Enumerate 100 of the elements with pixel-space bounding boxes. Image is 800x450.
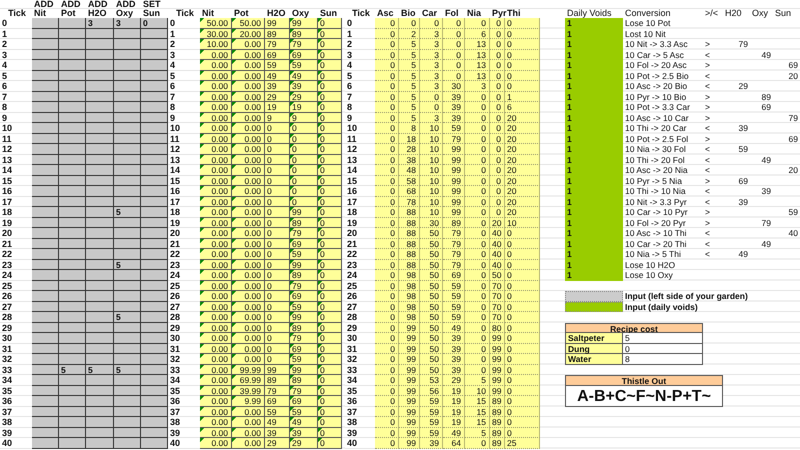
- input-cell[interactable]: 1: [565, 196, 623, 207]
- input-cell[interactable]: [59, 196, 86, 207]
- input-cell[interactable]: [114, 270, 141, 280]
- input-cell[interactable]: [32, 238, 59, 249]
- input-cell[interactable]: [86, 406, 114, 417]
- input-cell[interactable]: [141, 364, 168, 375]
- input-cell[interactable]: [32, 280, 59, 291]
- input-cell[interactable]: [32, 428, 59, 438]
- input-cell[interactable]: [86, 280, 114, 291]
- input-cell[interactable]: [32, 396, 59, 406]
- input-cell[interactable]: [141, 176, 168, 186]
- input-cell[interactable]: [141, 260, 168, 270]
- input-cell[interactable]: [114, 406, 141, 417]
- input-cell[interactable]: [32, 333, 59, 344]
- input-cell[interactable]: [114, 196, 141, 207]
- input-cell[interactable]: [114, 438, 141, 448]
- input-cell[interactable]: [59, 123, 86, 134]
- input-cell[interactable]: [114, 92, 141, 102]
- input-cell[interactable]: 3: [86, 18, 114, 28]
- input-cell[interactable]: [86, 60, 114, 70]
- input-cell[interactable]: [59, 207, 86, 218]
- input-cell[interactable]: [141, 92, 168, 102]
- input-cell[interactable]: [86, 260, 114, 270]
- input-cell[interactable]: [114, 102, 141, 112]
- input-cell[interactable]: 5: [114, 260, 141, 270]
- input-cell[interactable]: [32, 322, 59, 333]
- input-cell[interactable]: [114, 123, 141, 134]
- input-cell[interactable]: [141, 428, 168, 438]
- input-cell[interactable]: [141, 70, 168, 81]
- input-cell[interactable]: [59, 81, 86, 92]
- input-cell[interactable]: [141, 406, 168, 417]
- input-cell[interactable]: [32, 81, 59, 92]
- input-cell[interactable]: [32, 92, 59, 102]
- input-cell[interactable]: [141, 154, 168, 165]
- input-cell[interactable]: [86, 39, 114, 50]
- input-cell[interactable]: 1: [565, 249, 623, 260]
- input-cell[interactable]: [114, 344, 141, 354]
- input-cell[interactable]: [114, 144, 141, 154]
- input-cell[interactable]: [86, 176, 114, 186]
- input-cell[interactable]: [32, 154, 59, 165]
- input-cell[interactable]: [86, 165, 114, 176]
- input-cell[interactable]: [86, 270, 114, 280]
- input-cell[interactable]: [32, 144, 59, 154]
- input-cell[interactable]: [114, 39, 141, 50]
- input-cell[interactable]: [114, 165, 141, 176]
- input-cell[interactable]: [59, 249, 86, 260]
- input-cell[interactable]: [59, 186, 86, 196]
- input-cell[interactable]: [141, 344, 168, 354]
- input-cell[interactable]: [114, 154, 141, 165]
- input-cell[interactable]: [59, 302, 86, 312]
- input-cell[interactable]: [141, 144, 168, 154]
- input-cell[interactable]: [32, 438, 59, 448]
- input-cell[interactable]: [32, 123, 59, 134]
- input-cell[interactable]: [141, 270, 168, 280]
- input-cell[interactable]: [86, 249, 114, 260]
- input-cell[interactable]: [59, 134, 86, 144]
- input-cell[interactable]: 1: [565, 50, 623, 60]
- input-cell[interactable]: [141, 354, 168, 364]
- input-cell[interactable]: [86, 186, 114, 196]
- input-cell[interactable]: [59, 165, 86, 176]
- input-cell[interactable]: [59, 176, 86, 186]
- input-cell[interactable]: [59, 238, 86, 249]
- input-cell[interactable]: 1: [565, 39, 623, 50]
- input-cell[interactable]: [59, 144, 86, 154]
- input-cell[interactable]: [59, 291, 86, 302]
- input-cell[interactable]: [141, 228, 168, 238]
- input-cell[interactable]: [32, 196, 59, 207]
- input-cell[interactable]: [86, 196, 114, 207]
- input-cell[interactable]: [32, 207, 59, 218]
- input-cell[interactable]: [114, 375, 141, 386]
- input-cell[interactable]: [59, 312, 86, 322]
- input-cell[interactable]: 1: [565, 92, 623, 102]
- input-cell[interactable]: [86, 144, 114, 154]
- input-cell[interactable]: [141, 39, 168, 50]
- input-cell[interactable]: [32, 406, 59, 417]
- input-cell[interactable]: [141, 333, 168, 344]
- input-cell[interactable]: 1: [565, 154, 623, 165]
- input-cell[interactable]: [114, 354, 141, 364]
- input-cell[interactable]: [114, 134, 141, 144]
- input-cell[interactable]: [141, 165, 168, 176]
- input-cell[interactable]: [59, 28, 86, 39]
- input-cell[interactable]: [141, 417, 168, 428]
- input-cell[interactable]: 1: [565, 218, 623, 228]
- input-cell[interactable]: [141, 60, 168, 70]
- input-cell[interactable]: [86, 112, 114, 123]
- input-cell[interactable]: [32, 364, 59, 375]
- input-cell[interactable]: [59, 70, 86, 81]
- input-cell[interactable]: [32, 60, 59, 70]
- input-cell[interactable]: [86, 417, 114, 428]
- input-cell[interactable]: [114, 176, 141, 186]
- input-cell[interactable]: [59, 270, 86, 280]
- input-cell[interactable]: 1: [565, 123, 623, 134]
- input-cell[interactable]: [59, 344, 86, 354]
- input-cell[interactable]: [114, 428, 141, 438]
- input-cell[interactable]: [86, 154, 114, 165]
- input-cell[interactable]: [141, 50, 168, 60]
- input-cell[interactable]: 1: [565, 81, 623, 92]
- input-cell[interactable]: 1: [565, 186, 623, 196]
- input-cell[interactable]: [59, 375, 86, 386]
- input-cell[interactable]: [86, 102, 114, 112]
